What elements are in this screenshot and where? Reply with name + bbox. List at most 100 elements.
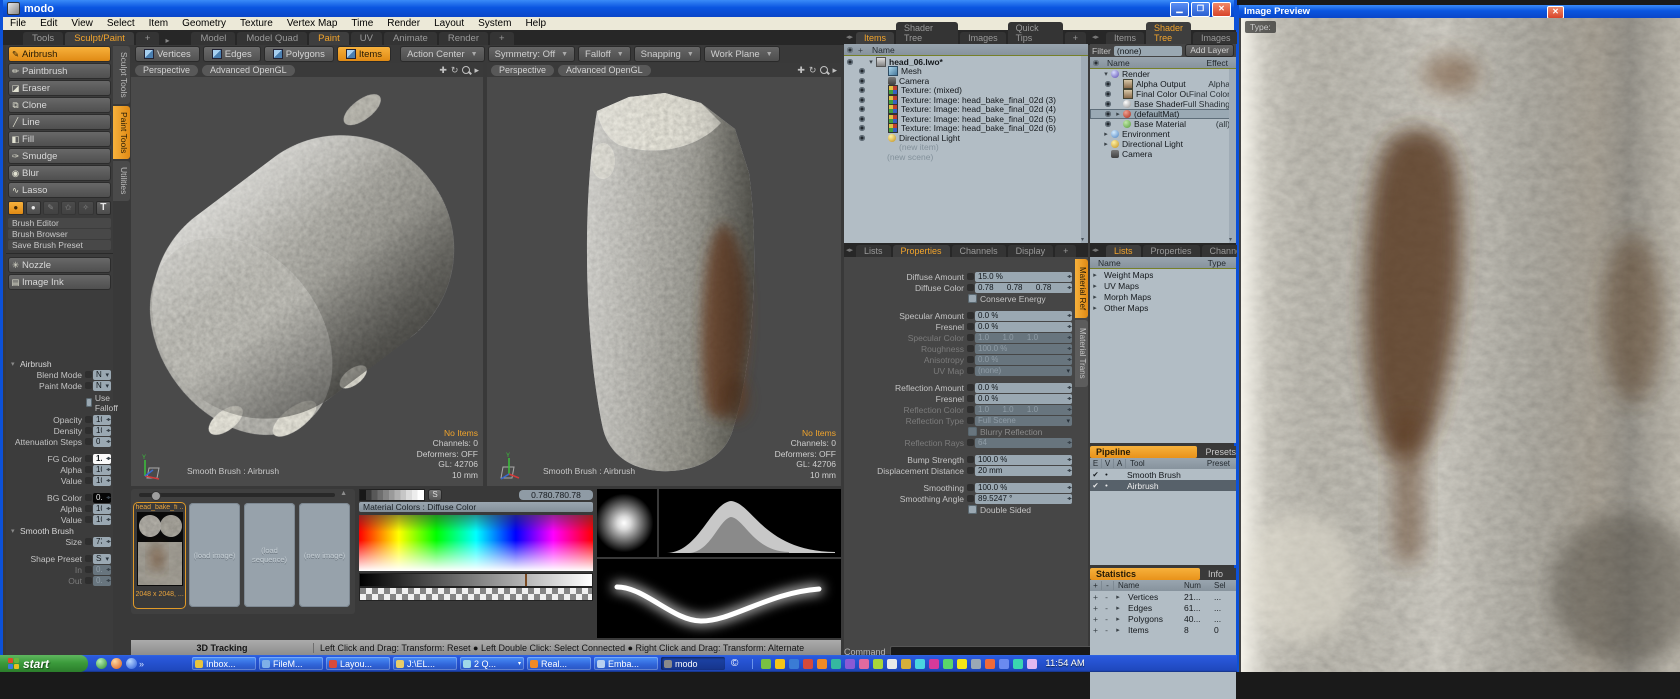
scrollbar[interactable]	[1081, 56, 1088, 243]
viewport-menu-arrow[interactable]: ▸	[832, 65, 837, 76]
statistics-row[interactable]: + - ▸ Polygons 40... ...	[1090, 613, 1236, 624]
deselect-minus-button[interactable]: -	[1101, 614, 1112, 624]
deselect-minus-button[interactable]: -	[1101, 603, 1112, 613]
envelope-button[interactable]	[85, 382, 92, 389]
expander-arrow[interactable]: ▸	[1101, 130, 1111, 138]
spinner-arrows[interactable]: ◂▸	[1067, 467, 1071, 474]
envelope-button[interactable]	[967, 456, 974, 463]
map-list-row[interactable]: ▸ UV Maps	[1090, 280, 1236, 291]
visibility-eye-icon[interactable]	[856, 95, 867, 105]
spinner-arrows[interactable]: ◂▸	[1067, 356, 1071, 363]
layout-tab[interactable]: Sculpt/Paint	[65, 32, 134, 45]
spinner-arrows[interactable]: ◂▸	[106, 466, 110, 473]
spinner-arrows[interactable]: ◂▸	[1067, 456, 1071, 463]
item-row[interactable]: Texture: (mixed)	[844, 86, 1088, 96]
expander-arrow[interactable]: ▸	[1090, 271, 1100, 279]
visibility-eye-icon[interactable]	[856, 123, 867, 133]
brush-tip-button[interactable]: ●	[8, 201, 24, 215]
panel-collapse-arrow[interactable]: ◂▸	[1092, 246, 1099, 254]
enable-checkmark[interactable]: ✔	[1090, 481, 1101, 490]
property-field[interactable]: 0.0 ◂▸ ▾	[93, 565, 111, 575]
panel-collapse-arrow[interactable]: ◂▸	[1092, 33, 1099, 41]
visibility-column-icon[interactable]	[844, 45, 855, 55]
system-tray-icon[interactable]	[1013, 659, 1023, 669]
expander-arrow[interactable]: ▸	[1090, 282, 1100, 290]
zoom-icon[interactable]	[462, 66, 470, 74]
quick-launch-icon[interactable]	[111, 658, 122, 669]
menu-item[interactable]: Layout	[427, 17, 471, 30]
item-row[interactable]: (new item)	[844, 143, 1088, 153]
enable-checkmark[interactable]: ✔	[1090, 470, 1101, 479]
start-button[interactable]: start	[0, 655, 88, 672]
brush-command-link[interactable]: Save Brush Preset	[8, 240, 111, 250]
statistics-row[interactable]: + - ▸ Vertices 21... ...	[1090, 591, 1236, 602]
shader-row[interactable]: ▸ (defaultMat)	[1090, 109, 1236, 119]
envelope-button[interactable]	[967, 273, 974, 280]
envelope-button[interactable]	[967, 312, 974, 319]
close-button[interactable]: ✕	[1212, 2, 1231, 17]
brush-tip-button[interactable]: ✧	[78, 201, 94, 215]
taskbar-window-button[interactable]: Real...	[527, 657, 591, 670]
panel-tab[interactable]: Shader Tree	[1146, 22, 1191, 44]
system-tray-icon[interactable]	[873, 659, 883, 669]
pipeline-header[interactable]: Pipeline Presets	[1090, 446, 1236, 458]
paint-tool-button[interactable]: ✏ Paintbrush	[8, 63, 111, 79]
menu-item[interactable]: Item	[142, 17, 175, 30]
color-value-field[interactable]: 0.780.780.78	[519, 490, 593, 500]
panel-tab[interactable]: Display	[1008, 245, 1054, 257]
grayscale-swatches[interactable]	[359, 489, 425, 501]
property-field[interactable]: 1.0 1.0 1.0 ◂▸ ▾	[93, 454, 111, 464]
layout-tab[interactable]: UV	[351, 32, 382, 45]
envelope-button[interactable]	[967, 345, 974, 352]
panel-collapse-arrow[interactable]: ◂▸	[846, 246, 853, 254]
envelope-button[interactable]	[85, 438, 92, 445]
taskbar-window-button[interactable]: J:\EL...	[393, 657, 457, 670]
presets-label[interactable]: Presets	[1197, 447, 1236, 457]
panel-tab[interactable]: Images	[1193, 32, 1239, 44]
envelope-button[interactable]	[85, 566, 92, 573]
checkbox[interactable]	[968, 294, 977, 303]
viewport-mode-pill[interactable]: Advanced OpenGL	[202, 65, 295, 76]
quick-launch-more[interactable]: »	[139, 659, 144, 669]
envelope-button[interactable]	[967, 406, 974, 413]
menu-item[interactable]: File	[3, 17, 33, 30]
menu-item[interactable]: View	[64, 17, 100, 30]
gradient-marker[interactable]	[525, 574, 527, 586]
select-plus-button[interactable]: +	[1090, 592, 1101, 602]
toolbar-dropdown[interactable]: Symmetry: Off▼	[488, 46, 575, 62]
spinner-arrows[interactable]: ◂▸	[106, 477, 110, 484]
saturation-button[interactable]: S	[428, 489, 442, 501]
taskbar-window-button[interactable]: Emba...	[594, 657, 658, 670]
viewport-3d-stone[interactable]	[131, 77, 483, 486]
deselect-minus-button[interactable]: -	[1101, 592, 1112, 602]
brush-tip-button[interactable]: ●	[26, 201, 42, 215]
pin-column-icon[interactable]: +	[855, 45, 866, 55]
property-field[interactable]: 100.0 % ◂▸ ▾	[93, 465, 111, 475]
effect-value[interactable]: Full Shading	[1183, 99, 1236, 109]
item-row[interactable]: Texture: Image: head_bake_final_02d (5)	[844, 114, 1088, 124]
system-tray-icon[interactable]	[887, 659, 897, 669]
quick-launch-icon[interactable]	[126, 658, 137, 669]
envelope-button[interactable]	[85, 371, 92, 378]
property-field[interactable]: 0.0 % ◂▸ ▾	[975, 355, 1072, 365]
visibility-eye-icon[interactable]	[1102, 79, 1113, 89]
visibility-eye-icon[interactable]	[1102, 109, 1113, 119]
visibility-eye-icon[interactable]	[1102, 89, 1113, 99]
map-list-row[interactable]: ▸ Morph Maps	[1090, 291, 1236, 302]
spinner-arrows[interactable]: ◂▸	[1067, 284, 1071, 291]
menu-item[interactable]: Texture	[233, 17, 280, 30]
select-plus-button[interactable]: +	[1090, 614, 1101, 624]
envelope-button[interactable]	[85, 416, 92, 423]
shader-row[interactable]: ▾ Render	[1090, 69, 1236, 79]
spinner-arrows[interactable]: ◂▸	[1067, 439, 1071, 446]
property-field[interactable]: (none) ◂▸ ▾	[975, 366, 1072, 376]
envelope-button[interactable]	[967, 334, 974, 341]
shader-row[interactable]: Final Color Output Final Color	[1090, 89, 1236, 99]
property-field[interactable]: Normal ◂▸ ▾	[93, 370, 111, 380]
visibility-eye-icon[interactable]	[856, 104, 867, 114]
spinner-arrows[interactable]: ◂▸	[106, 538, 110, 545]
envelope-button[interactable]	[967, 384, 974, 391]
property-field[interactable]: 73 ◂▸ ▾	[93, 537, 111, 547]
menu-item[interactable]: Vertex Map	[280, 17, 345, 30]
expander-arrow[interactable]: ▸	[1112, 593, 1124, 601]
